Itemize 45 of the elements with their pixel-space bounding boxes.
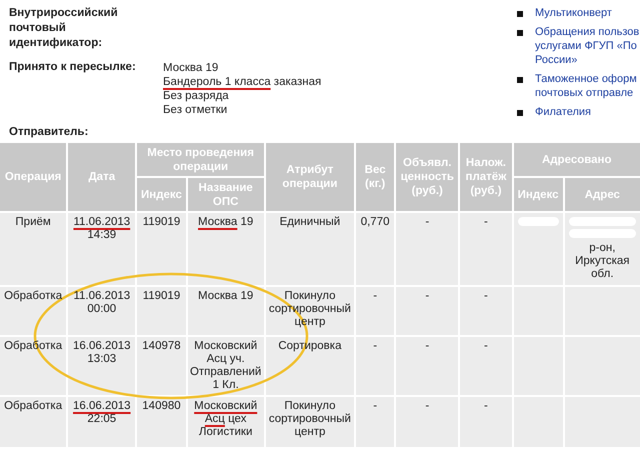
table-cell: 140980 [137,397,186,447]
table-cell: Обработка [0,397,66,447]
table-cell: Обработка [0,287,66,335]
table-cell: - [356,337,394,395]
table-cell: 119019 [137,213,186,285]
table-cell: - [460,213,512,285]
table-cell: - [396,213,458,285]
table-cell: Единичный [266,213,354,285]
accepted-value: Без отметки [163,103,228,117]
bullet-icon [517,77,523,83]
table-cell: - [460,397,512,447]
table-cell: 11.06.2013 00:00 [68,287,136,335]
table-cell: - [396,287,458,335]
table-cell: - [356,287,394,335]
sidebar-link[interactable]: Филателия [535,105,591,119]
table-cell: Московский Асц цех Логистики [188,397,264,447]
sidebar-link[interactable]: Обращения пользов услугами ФГУП «По России» [535,25,640,67]
table-cell: 16.06.2013 13:03 [68,337,136,395]
table-cell: - [396,397,458,447]
table-cell: - [460,287,512,335]
table-cell: Покинуло сортировочный центр [266,397,354,447]
sidebar-link[interactable]: Таможенное оформ почтовых отправле [535,72,637,100]
table-cell: - [356,397,394,447]
table-cell: 119019 [137,287,186,335]
accepted-value: Бандероль 1 класса заказная [163,75,322,89]
sidebar-link[interactable]: Мультиконверт [535,6,612,20]
table-cell: - [460,337,512,395]
table-cell: Москва 19 [188,287,264,335]
table-cell: 140978 [137,337,186,395]
accepted-label: Принято к пересылке: [9,61,137,75]
table-cell: Московский Асц уч. Отправлений 1 Кл. [188,337,264,395]
table-cell: 11.06.2013 14:39 [68,213,136,285]
accepted-value: Москва 19 [163,61,220,75]
sender-label: Отправитель: [9,126,90,138]
table-cell: 16.06.2013 22:05 [68,397,136,447]
tracking-id-label: Внутрироссийский почтовый идентификатор: [9,6,119,51]
table-cell: р-он, Иркутская обл. [564,213,640,285]
bullet-icon [517,110,523,116]
bullet-icon [517,30,523,36]
bullet-icon [517,11,523,17]
table-cell: Москва 19 [188,213,264,285]
table-cell: Приём [0,213,66,285]
table-cell: 0,770 [356,213,394,285]
table-cell: - [396,337,458,395]
accepted-value: Без разряда [163,89,230,103]
